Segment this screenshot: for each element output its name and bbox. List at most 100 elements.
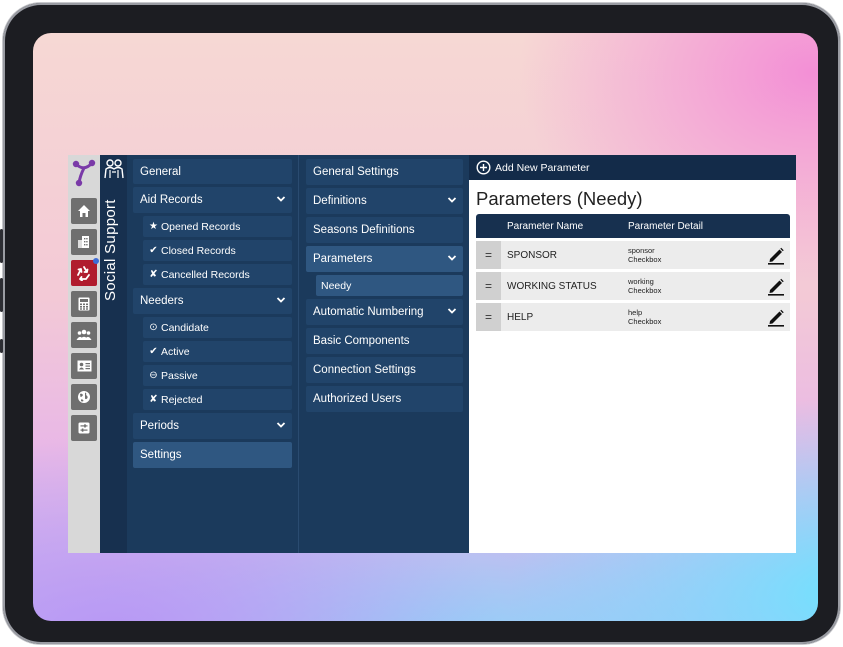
nav-seasons-definitions-label: Seasons Definitions xyxy=(313,224,415,236)
app-logo-icon xyxy=(72,159,96,187)
nav-connection-settings[interactable]: Connection Settings xyxy=(306,357,463,383)
tablet-frame: Social Support General Aid Records ★ Open… xyxy=(0,3,840,644)
check-icon: ✔ xyxy=(149,346,158,357)
chevron-down-icon xyxy=(276,422,286,428)
nav-cancelled-records[interactable]: ✘ Cancelled Records xyxy=(143,264,292,285)
parameter-code: sponsor xyxy=(628,246,655,255)
nav-needy-label: Needy xyxy=(321,279,352,292)
add-new-parameter-button[interactable]: Add New Parameter xyxy=(495,162,590,174)
table-header: Parameter Name Parameter Detail xyxy=(476,214,790,238)
column-header-name: Parameter Name xyxy=(507,220,584,232)
notification-dot xyxy=(93,258,99,264)
parameter-code: help xyxy=(628,308,643,317)
tablet-screen: Social Support General Aid Records ★ Open… xyxy=(33,33,818,621)
nav-active-label: Active xyxy=(161,345,190,358)
nav-closed-records[interactable]: ✔ Closed Records xyxy=(143,240,292,261)
nav-needers-label: Needers xyxy=(140,295,184,307)
building-icon xyxy=(78,236,89,248)
nav-periods[interactable]: Periods xyxy=(133,413,292,439)
parameters-table: Parameter Name Parameter Detail = SPONSO… xyxy=(476,214,790,331)
primary-nav: General Aid Records ★ Opened Records ✔ Clo… xyxy=(127,155,298,553)
nav-active[interactable]: ✔ Active xyxy=(143,341,292,362)
nav-opened-records[interactable]: ★ Opened Records xyxy=(143,216,292,237)
page-title: Parameters (Needy) xyxy=(476,188,643,209)
nav-authorized-users[interactable]: Authorized Users xyxy=(306,386,463,412)
side-button xyxy=(0,278,3,312)
plus-circle-icon[interactable] xyxy=(476,160,491,175)
nav-authorized-users-label: Authorized Users xyxy=(313,393,402,405)
rail-calculator-button[interactable] xyxy=(71,291,97,317)
settings-sliders-icon xyxy=(78,422,90,434)
rail-contact-card-button[interactable] xyxy=(71,353,97,379)
parameter-type: Checkbox xyxy=(628,317,662,326)
nav-automatic-numbering[interactable]: Automatic Numbering xyxy=(306,299,463,325)
recycle-icon xyxy=(77,266,90,281)
nav-basic-components-label: Basic Components xyxy=(313,335,410,347)
cross-icon: ✘ xyxy=(149,394,158,405)
people-icon xyxy=(76,329,92,340)
settings-nav: General Settings Definitions Seasons Def… xyxy=(298,155,469,553)
nav-definitions[interactable]: Definitions xyxy=(306,188,463,214)
app-window: Social Support General Aid Records ★ Open… xyxy=(68,155,796,553)
nav-candidate-label: Candidate xyxy=(161,321,209,334)
edit-pencil-icon[interactable] xyxy=(766,276,786,296)
nav-parameters[interactable]: Parameters xyxy=(306,246,463,272)
rail-people-button[interactable] xyxy=(71,322,97,348)
nav-needy[interactable]: Needy xyxy=(316,275,463,296)
rail-home-button[interactable] xyxy=(71,198,97,224)
chevron-down-icon xyxy=(447,308,457,314)
nav-cancelled-records-label: Cancelled Records xyxy=(161,268,250,281)
icon-rail xyxy=(68,155,100,553)
edit-pencil-icon[interactable] xyxy=(766,307,786,327)
nav-aid-records[interactable]: Aid Records xyxy=(133,187,292,213)
parameter-detail: sponsor Checkbox xyxy=(628,246,661,264)
nav-general-label: General xyxy=(140,165,181,178)
side-button xyxy=(0,339,3,353)
drag-handle[interactable]: = xyxy=(476,241,501,269)
nav-rejected[interactable]: ✘ Rejected xyxy=(143,389,292,410)
parameter-name: SPONSOR xyxy=(507,249,558,261)
nav-general-settings-label: General Settings xyxy=(313,166,399,178)
drag-handle[interactable]: = xyxy=(476,272,501,300)
nav-needers[interactable]: Needers xyxy=(133,288,292,314)
parameter-name: HELP xyxy=(507,311,534,323)
nav-opened-records-label: Opened Records xyxy=(161,220,241,233)
column-header-detail: Parameter Detail xyxy=(628,220,704,232)
nav-settings-label: Settings xyxy=(140,449,182,461)
nav-closed-records-label: Closed Records xyxy=(161,244,236,257)
parameter-code: working xyxy=(628,277,654,286)
nav-general[interactable]: General xyxy=(133,159,292,184)
nav-general-settings[interactable]: General Settings xyxy=(306,159,463,185)
rail-recycle-button[interactable] xyxy=(71,258,99,286)
parameter-detail: help Checkbox xyxy=(628,308,661,326)
nav-definitions-label: Definitions xyxy=(313,195,367,207)
star-icon: ★ xyxy=(149,221,158,232)
parameter-type: Checkbox xyxy=(628,286,662,295)
rail-globe-button[interactable] xyxy=(71,384,97,410)
chevron-down-icon xyxy=(447,255,457,261)
nav-settings[interactable]: Settings xyxy=(133,442,292,468)
parameter-detail: working Checkbox xyxy=(628,277,661,295)
nav-passive[interactable]: ⊖ Passive xyxy=(143,365,292,386)
table-row: = SPONSOR sponsor Checkbox xyxy=(476,241,790,269)
contact-card-icon xyxy=(77,360,91,372)
edit-pencil-icon[interactable] xyxy=(766,245,786,265)
main-content: Add New Parameter Parameters (Needy) Par… xyxy=(469,155,796,553)
circle-dot-icon: ⊙ xyxy=(149,322,158,333)
module-title: Social Support xyxy=(102,199,119,301)
chevron-down-icon xyxy=(276,196,286,202)
nav-candidate[interactable]: ⊙ Candidate xyxy=(143,317,292,338)
nav-rejected-label: Rejected xyxy=(161,393,203,406)
chevron-down-icon xyxy=(276,297,286,303)
table-row: = HELP help Checkbox xyxy=(476,303,790,331)
rail-settings-button[interactable] xyxy=(71,415,97,441)
table-row: = WORKING STATUS working Checkbox xyxy=(476,272,790,300)
nav-seasons-definitions[interactable]: Seasons Definitions xyxy=(306,217,463,243)
parameter-name: WORKING STATUS xyxy=(507,280,597,292)
nav-periods-label: Periods xyxy=(140,420,179,432)
rail-building-button[interactable] xyxy=(71,229,97,255)
check-icon: ✔ xyxy=(149,245,158,256)
nav-passive-label: Passive xyxy=(161,369,198,382)
nav-basic-components[interactable]: Basic Components xyxy=(306,328,463,354)
drag-handle[interactable]: = xyxy=(476,303,501,331)
